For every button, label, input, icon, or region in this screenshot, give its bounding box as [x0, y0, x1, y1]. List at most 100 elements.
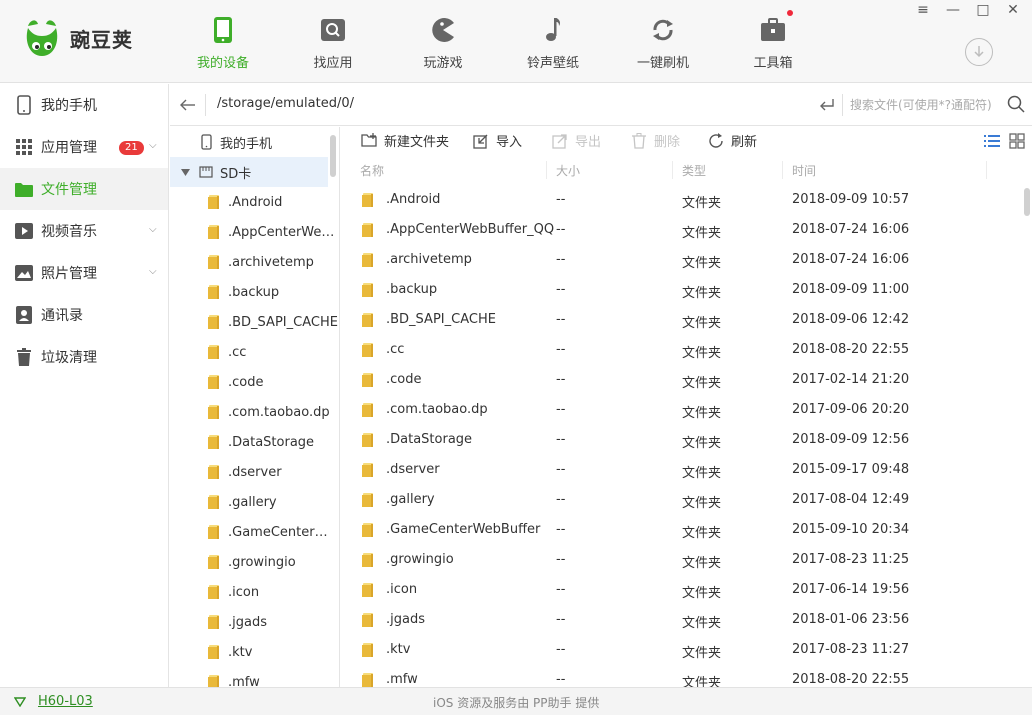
chevron-down-icon[interactable]: ⌵: [149, 140, 157, 151]
tree-item-folder[interactable]: .code: [170, 367, 339, 397]
chevron-down-icon[interactable]: ⌵: [149, 266, 157, 277]
column-divider[interactable]: [546, 161, 547, 179]
tree-item-folder[interactable]: .icon: [170, 577, 339, 607]
cell-type: 文件夹: [682, 556, 722, 571]
table-row[interactable]: .AppCenterWebBuffer_QQ -- 文件夹 2018-07-24 16…: [341, 215, 1024, 245]
file-toolbar: 新建文件夹 导入 导出 删除 刷新: [341, 127, 1032, 155]
table-row[interactable]: .dserver -- 文件夹 2015-09-17 09:48: [341, 455, 1024, 485]
search-icon[interactable]: [1006, 94, 1026, 114]
export-button[interactable]: 导出: [551, 131, 601, 150]
trash-icon: [630, 132, 648, 150]
nav-my-device[interactable]: 我的设备: [168, 0, 278, 83]
grid-view-icon[interactable]: [1008, 132, 1026, 150]
new-folder-button[interactable]: 新建文件夹: [360, 131, 449, 150]
menu-icon[interactable]: ≡: [914, 2, 932, 18]
folder-icon: [206, 284, 222, 300]
new-folder-icon: [360, 132, 378, 150]
sidebar-item-contacts[interactable]: 通讯录: [0, 294, 168, 336]
column-divider[interactable]: [672, 161, 673, 179]
caret-down-icon[interactable]: [180, 164, 190, 180]
table-row[interactable]: .DataStorage -- 文件夹 2018-09-09 12:56: [341, 425, 1024, 455]
table-row[interactable]: .Android -- 文件夹 2018-09-09 10:57: [341, 185, 1024, 215]
refresh-button[interactable]: 刷新: [707, 131, 757, 150]
column-header-size[interactable]: 大小: [556, 162, 580, 179]
import-button[interactable]: 导入: [472, 131, 522, 150]
tree-item-folder[interactable]: .backup: [170, 277, 339, 307]
tree-item-label: .GameCenterWebBuffer: [228, 524, 339, 540]
tree-item-folder[interactable]: .BD_SAPI_CACHE: [170, 307, 339, 337]
connected-device-link[interactable]: H60-L03: [38, 694, 93, 709]
tree-item-folder[interactable]: .mfw: [170, 667, 339, 687]
cell-type: 文件夹: [682, 286, 722, 301]
tree-item-folder[interactable]: .archivetemp: [170, 247, 339, 277]
table-row[interactable]: .mfw -- 文件夹 2018-08-20 22:55: [341, 665, 1024, 687]
list-view-icon[interactable]: [983, 132, 1001, 150]
cell-type: 文件夹: [682, 646, 722, 661]
maximize-icon[interactable]: □: [974, 2, 992, 18]
sidebar-item-junk-cleaning[interactable]: 垃圾清理: [0, 336, 168, 378]
tree-item-folder[interactable]: .cc: [170, 337, 339, 367]
column-header-time[interactable]: 时间: [792, 162, 816, 179]
folder-icon: [360, 432, 376, 448]
cell-size: --: [556, 462, 566, 477]
table-row[interactable]: .BD_SAPI_CACHE -- 文件夹 2018-09-06 12:42: [341, 305, 1024, 335]
table-row[interactable]: .gallery -- 文件夹 2017-08-04 12:49: [341, 485, 1024, 515]
table-row[interactable]: .com.taobao.dp -- 文件夹 2017-09-06 20:20: [341, 395, 1024, 425]
sidebar-item-app-management[interactable]: 应用管理 21 ⌵: [0, 126, 168, 168]
cell-name: .DataStorage: [386, 432, 473, 447]
file-list-scrollbar[interactable]: [1024, 188, 1030, 216]
sidebar-item-my-phone[interactable]: 我的手机: [0, 84, 168, 126]
delete-button[interactable]: 删除: [630, 131, 680, 150]
close-icon[interactable]: ✕: [1004, 2, 1022, 18]
device-caret-icon[interactable]: [14, 697, 26, 707]
minimize-icon[interactable]: —: [944, 2, 962, 18]
column-header-name[interactable]: 名称: [360, 162, 384, 179]
tree-item-folder[interactable]: .Android: [170, 187, 339, 217]
nav-toolbox[interactable]: 工具箱: [718, 0, 828, 83]
tree-item-folder[interactable]: .dserver: [170, 457, 339, 487]
tree-item-folder[interactable]: .GameCenterWebBuffer: [170, 517, 339, 547]
sidebar-item-photo-management[interactable]: 照片管理 ⌵: [0, 252, 168, 294]
sidebar-item-file-management[interactable]: 文件管理: [0, 168, 168, 210]
nav-games[interactable]: 玩游戏: [388, 0, 498, 83]
app-logo[interactable]: 豌豆荚: [22, 16, 133, 60]
column-divider[interactable]: [782, 161, 783, 179]
table-row[interactable]: .icon -- 文件夹 2017-06-14 19:56: [341, 575, 1024, 605]
nav-find-apps[interactable]: 找应用: [278, 0, 388, 83]
current-path[interactable]: /storage/emulated/0/: [217, 96, 354, 111]
tree-item-folder[interactable]: .ktv: [170, 637, 339, 667]
tree-item-folder[interactable]: .AppCenterWebBuffer_QQ: [170, 217, 339, 247]
table-row[interactable]: .cc -- 文件夹 2018-08-20 22:55: [341, 335, 1024, 365]
tree-item-folder[interactable]: .DataStorage: [170, 427, 339, 457]
tree-item-folder[interactable]: .com.taobao.dp: [170, 397, 339, 427]
chevron-down-icon[interactable]: ⌵: [149, 224, 157, 235]
table-row[interactable]: .code -- 文件夹 2017-02-14 21:20: [341, 365, 1024, 395]
table-row[interactable]: .archivetemp -- 文件夹 2018-07-24 16:06: [341, 245, 1024, 275]
enter-icon[interactable]: [818, 96, 836, 114]
cell-time: 2017-08-23 11:25: [792, 552, 910, 567]
table-row[interactable]: .growingio -- 文件夹 2017-08-23 11:25: [341, 545, 1024, 575]
tree-item-folder[interactable]: .gallery: [170, 487, 339, 517]
tree-item-sd-card[interactable]: SD卡: [170, 157, 328, 187]
tree-scrollbar[interactable]: [330, 135, 336, 177]
table-row[interactable]: .ktv -- 文件夹 2017-08-23 11:27: [341, 635, 1024, 665]
cell-type: 文件夹: [682, 436, 722, 451]
table-row[interactable]: .backup -- 文件夹 2018-09-09 11:00: [341, 275, 1024, 305]
tree-item-folder[interactable]: .jgads: [170, 607, 339, 637]
file-search-input[interactable]: [850, 94, 1000, 116]
download-button[interactable]: [965, 38, 993, 66]
cell-type: 文件夹: [682, 316, 722, 331]
nav-one-click-flash[interactable]: 一键刷机: [608, 0, 718, 83]
cell-name: .GameCenterWebBuffer: [386, 522, 541, 537]
table-row[interactable]: .GameCenterWebBuffer -- 文件夹 2015-09-10 20:3…: [341, 515, 1024, 545]
column-divider[interactable]: [986, 161, 987, 179]
nav-ringtones-wallpapers[interactable]: 铃声壁纸: [498, 0, 608, 83]
cell-name: .dserver: [386, 462, 440, 477]
tree-item-my-phone[interactable]: 我的手机: [170, 127, 339, 157]
folder-icon: [360, 402, 376, 418]
tree-item-folder[interactable]: .growingio: [170, 547, 339, 577]
table-row[interactable]: .jgads -- 文件夹 2018-01-06 23:56: [341, 605, 1024, 635]
column-header-type[interactable]: 类型: [682, 162, 706, 179]
sidebar-item-video-music[interactable]: 视频音乐 ⌵: [0, 210, 168, 252]
back-arrow-icon[interactable]: [178, 95, 198, 115]
